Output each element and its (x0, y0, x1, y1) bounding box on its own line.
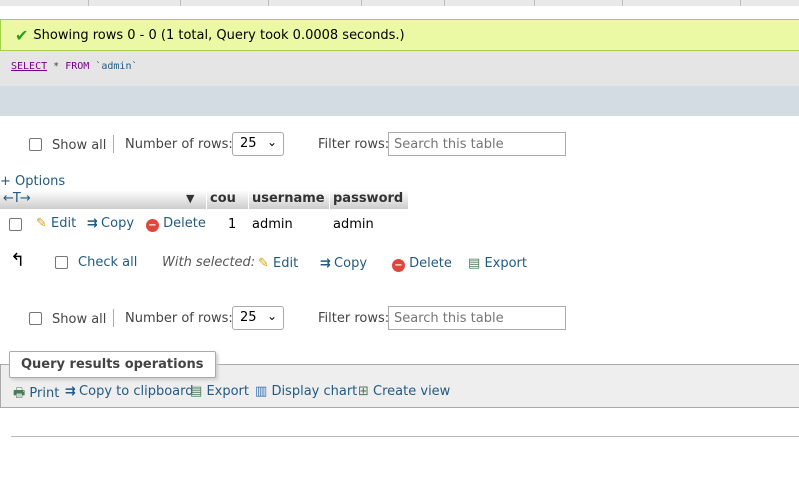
check-icon: ✔ (15, 25, 29, 45)
rows-select[interactable]: 25 ⌄ (232, 306, 284, 330)
bulk-copy-button[interactable]: ⇉ Copy (320, 256, 367, 271)
bulk-export-button[interactable]: ▤ Export (468, 256, 527, 271)
bulk-edit-button[interactable]: ✎ Edit (258, 256, 298, 271)
row-copy-button[interactable]: ⇉ Copy (87, 216, 134, 231)
column-arrows-icon[interactable]: ←T→ (3, 191, 31, 206)
sql-toolbar (0, 86, 799, 116)
pencil-icon: ✎ (36, 216, 47, 231)
row-checkbox[interactable] (9, 218, 22, 231)
delete-icon: − (392, 259, 405, 272)
sort-caret-icon[interactable]: ▼ (186, 192, 194, 205)
copy-to-clipboard-button[interactable]: ⇉ Copy to clipboard (65, 384, 194, 399)
chevron-down-icon: ⌄ (266, 309, 277, 323)
show-all-label[interactable]: Show all (52, 138, 106, 153)
export-button[interactable]: ▤ Export (190, 384, 249, 399)
chevron-down-icon: ⌄ (266, 135, 277, 149)
cell-cou[interactable]: 1 (228, 217, 236, 232)
column-header-password[interactable]: password (330, 190, 408, 209)
pencil-icon: ✎ (258, 256, 269, 271)
with-selected-label: With selected: (162, 255, 256, 270)
separator (113, 309, 114, 327)
print-button[interactable]: 🖶 Print (13, 384, 59, 406)
filter-search-input[interactable]: Search this table (388, 132, 566, 156)
show-all-label[interactable]: Show all (52, 312, 106, 327)
sql-keyword-select[interactable]: SELECT (11, 61, 47, 72)
sql-query: SELECT * FROM `admin` (0, 51, 799, 86)
results-table-header: ←T→ ▼ cou username password (0, 190, 408, 209)
check-all-checkbox[interactable] (55, 256, 68, 269)
bar-chart-icon: ▥ (255, 384, 268, 399)
check-all-label[interactable]: Check all (78, 255, 137, 270)
options-link[interactable]: + Options (0, 174, 65, 189)
number-of-rows-label: Number of rows: (125, 311, 233, 326)
create-view-icon: ⊞ (358, 384, 369, 399)
top-tab-strip (0, 0, 799, 6)
header-actions-cell: ←T→ ▼ (0, 190, 206, 209)
row-edit-button[interactable]: ✎ Edit (36, 216, 76, 231)
column-header-cou[interactable]: cou (207, 190, 248, 209)
filter-rows-label: Filter rows: (318, 311, 390, 326)
export-icon: ▤ (468, 256, 481, 271)
create-view-button[interactable]: ⊞ Create view (358, 384, 450, 399)
cell-password[interactable]: admin (333, 217, 374, 232)
sql-table-name: `admin` (95, 61, 138, 72)
number-of-rows-label: Number of rows: (125, 137, 233, 152)
rows-select[interactable]: 25 ⌄ (232, 132, 284, 156)
display-chart-button[interactable]: ▥ Display chart (255, 384, 357, 399)
show-all-checkbox[interactable] (29, 138, 42, 151)
export-icon: ▤ (190, 384, 203, 399)
separator (113, 135, 114, 153)
table-row: ✎ Edit ⇉ Copy − Delete 1 admin admin (0, 211, 408, 237)
column-header-username[interactable]: username (249, 190, 329, 209)
divider (11, 436, 799, 437)
rows-select-value: 25 (240, 310, 257, 325)
row-delete-button[interactable]: − Delete (146, 216, 206, 232)
filter-search-input[interactable]: Search this table (388, 306, 566, 330)
show-all-checkbox[interactable] (29, 312, 42, 325)
copy-icon: ⇉ (65, 384, 76, 399)
rows-select-value: 25 (240, 136, 257, 151)
print-icon: 🖶 (13, 386, 26, 401)
nav-row-top: Show all Number of rows: 25 ⌄ Filter row… (0, 131, 799, 159)
nav-row-bottom: Show all Number of rows: 25 ⌄ Filter row… (0, 305, 799, 333)
filter-rows-label: Filter rows: (318, 137, 390, 152)
copy-icon: ⇉ (87, 216, 98, 231)
success-text: Showing rows 0 - 0 (1 total, Query took … (33, 27, 405, 43)
bulk-actions-row: ↰ Check all With selected: ✎ Edit ⇉ Copy… (0, 250, 799, 278)
success-message: ✔ Showing rows 0 - 0 (1 total, Query too… (0, 19, 799, 51)
arrow-up-left-icon: ↰ (10, 250, 26, 271)
bulk-delete-button[interactable]: − Delete (392, 256, 452, 272)
sql-star: * (53, 61, 60, 72)
sql-keyword-from: FROM (65, 61, 90, 72)
copy-icon: ⇉ (320, 256, 331, 271)
operations-legend: Query results operations (9, 351, 216, 378)
cell-username[interactable]: admin (252, 217, 293, 232)
delete-icon: − (146, 219, 159, 232)
